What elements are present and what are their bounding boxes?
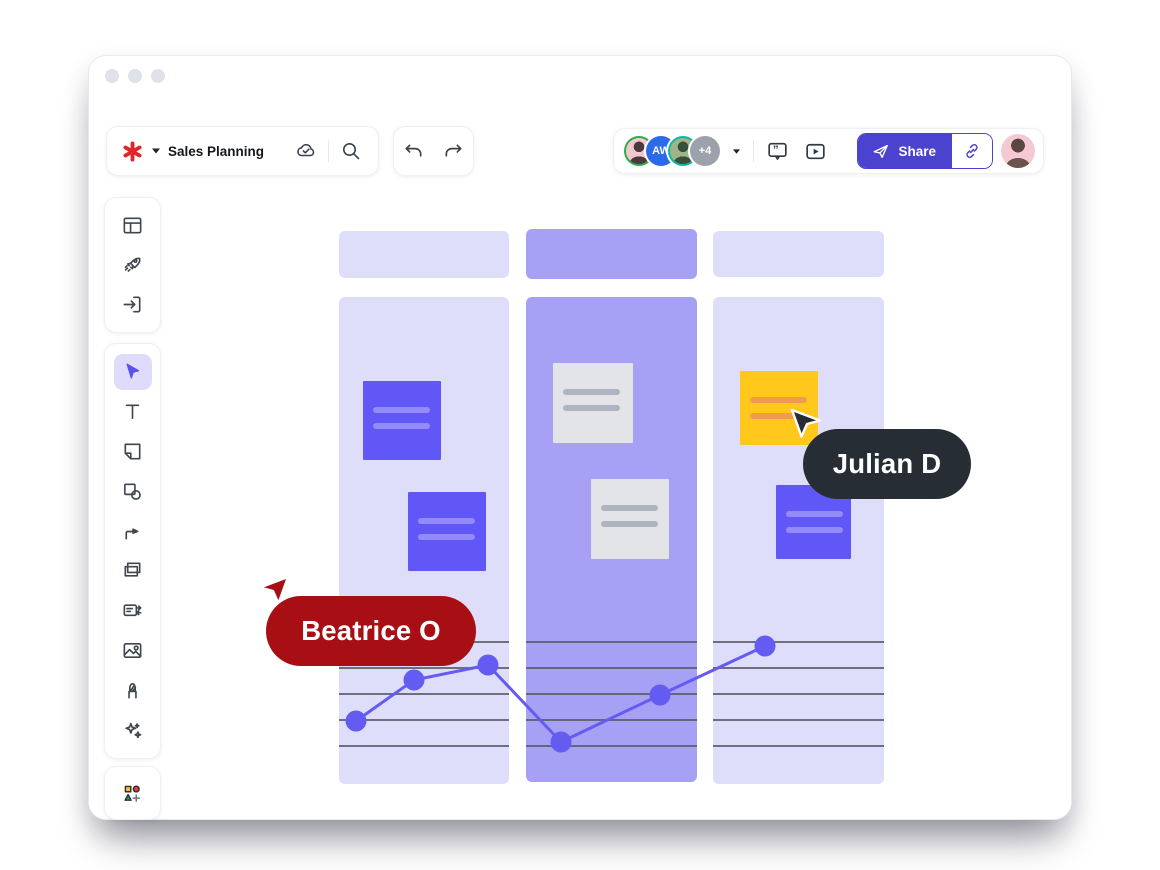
sidebar-top-tools bbox=[104, 197, 161, 333]
sidebar-main-tools bbox=[104, 343, 161, 759]
chart-data-point[interactable] bbox=[404, 670, 425, 691]
chart-data-point[interactable] bbox=[551, 732, 572, 753]
app-logo-icon[interactable] bbox=[121, 140, 144, 163]
app-frame: Julian D Beatrice O Sales Planning bbox=[0, 0, 1160, 870]
ai-sparkles-tool-icon[interactable] bbox=[114, 712, 152, 748]
sticky-note-text-line bbox=[601, 521, 658, 527]
sticky-note-tool-icon[interactable] bbox=[114, 433, 152, 469]
shapes-tool-icon[interactable] bbox=[114, 473, 152, 509]
import-tool-icon[interactable] bbox=[114, 286, 152, 322]
templates-tool-icon[interactable] bbox=[114, 208, 152, 244]
chart-data-point[interactable] bbox=[755, 636, 776, 657]
undo-icon[interactable] bbox=[399, 136, 429, 166]
sticky-note[interactable] bbox=[363, 381, 441, 460]
search-icon[interactable] bbox=[336, 136, 366, 166]
more-apps-tool-icon[interactable] bbox=[114, 775, 152, 811]
frames-tool-icon[interactable] bbox=[114, 553, 152, 589]
sticky-note[interactable] bbox=[591, 479, 669, 559]
sticky-note[interactable] bbox=[553, 363, 633, 443]
sticky-note-text-line bbox=[373, 407, 430, 413]
comments-icon[interactable]: ” bbox=[762, 136, 792, 166]
svg-text:”: ” bbox=[772, 144, 778, 156]
user-avatar[interactable] bbox=[1001, 134, 1035, 168]
sticky-note-text-line bbox=[750, 397, 807, 403]
cloud-saved-icon[interactable] bbox=[291, 136, 321, 166]
sticky-note-text-line bbox=[786, 511, 843, 517]
chart-data-point[interactable] bbox=[346, 711, 367, 732]
cards-tool-icon[interactable] bbox=[114, 593, 152, 629]
avatar-stack[interactable]: AW+4 bbox=[624, 136, 720, 166]
doc-menu-caret-icon[interactable] bbox=[151, 147, 161, 155]
history-toolbar bbox=[393, 126, 474, 176]
collaborator-overflow-count[interactable]: +4 bbox=[690, 136, 720, 166]
sticky-note-text-line bbox=[418, 518, 475, 524]
select-tool-icon[interactable] bbox=[114, 354, 152, 390]
copy-link-button[interactable] bbox=[952, 134, 992, 168]
share-button-label: Share bbox=[898, 144, 936, 159]
sticky-note-text-line bbox=[418, 534, 475, 540]
sticky-note-text-line bbox=[373, 423, 430, 429]
connector-tool-icon[interactable] bbox=[114, 513, 152, 549]
sticky-note[interactable] bbox=[408, 492, 486, 571]
share-split-button: Share bbox=[857, 133, 993, 169]
document-toolbar: Sales Planning bbox=[106, 126, 379, 176]
document-title: Sales Planning bbox=[168, 144, 264, 159]
sticky-note-text-line bbox=[786, 527, 843, 533]
sticky-note-text-line bbox=[563, 389, 620, 395]
sticky-note-text-line bbox=[601, 505, 658, 511]
sidebar-apps bbox=[104, 766, 161, 820]
share-button[interactable]: Share bbox=[858, 134, 952, 168]
text-tool-icon[interactable] bbox=[114, 394, 152, 430]
chart-data-point[interactable] bbox=[650, 685, 671, 706]
sticky-note-text-line bbox=[563, 405, 620, 411]
divider bbox=[753, 140, 754, 162]
avatar-stack-caret-icon[interactable] bbox=[728, 148, 745, 155]
app-window: Julian D Beatrice O Sales Planning bbox=[88, 55, 1072, 820]
divider bbox=[328, 140, 329, 162]
image-tool-icon[interactable] bbox=[114, 632, 152, 668]
redo-icon[interactable] bbox=[439, 136, 469, 166]
rocket-tool-icon[interactable] bbox=[114, 247, 152, 283]
cursor-name-pill: Beatrice O bbox=[266, 596, 476, 666]
highlighter-tool-icon[interactable] bbox=[114, 672, 152, 708]
chart-data-point[interactable] bbox=[478, 655, 499, 676]
cursor-name-pill: Julian D bbox=[803, 429, 971, 499]
collab-toolbar: AW+4 ” Share bbox=[613, 128, 1044, 174]
video-clip-icon[interactable] bbox=[800, 136, 830, 166]
